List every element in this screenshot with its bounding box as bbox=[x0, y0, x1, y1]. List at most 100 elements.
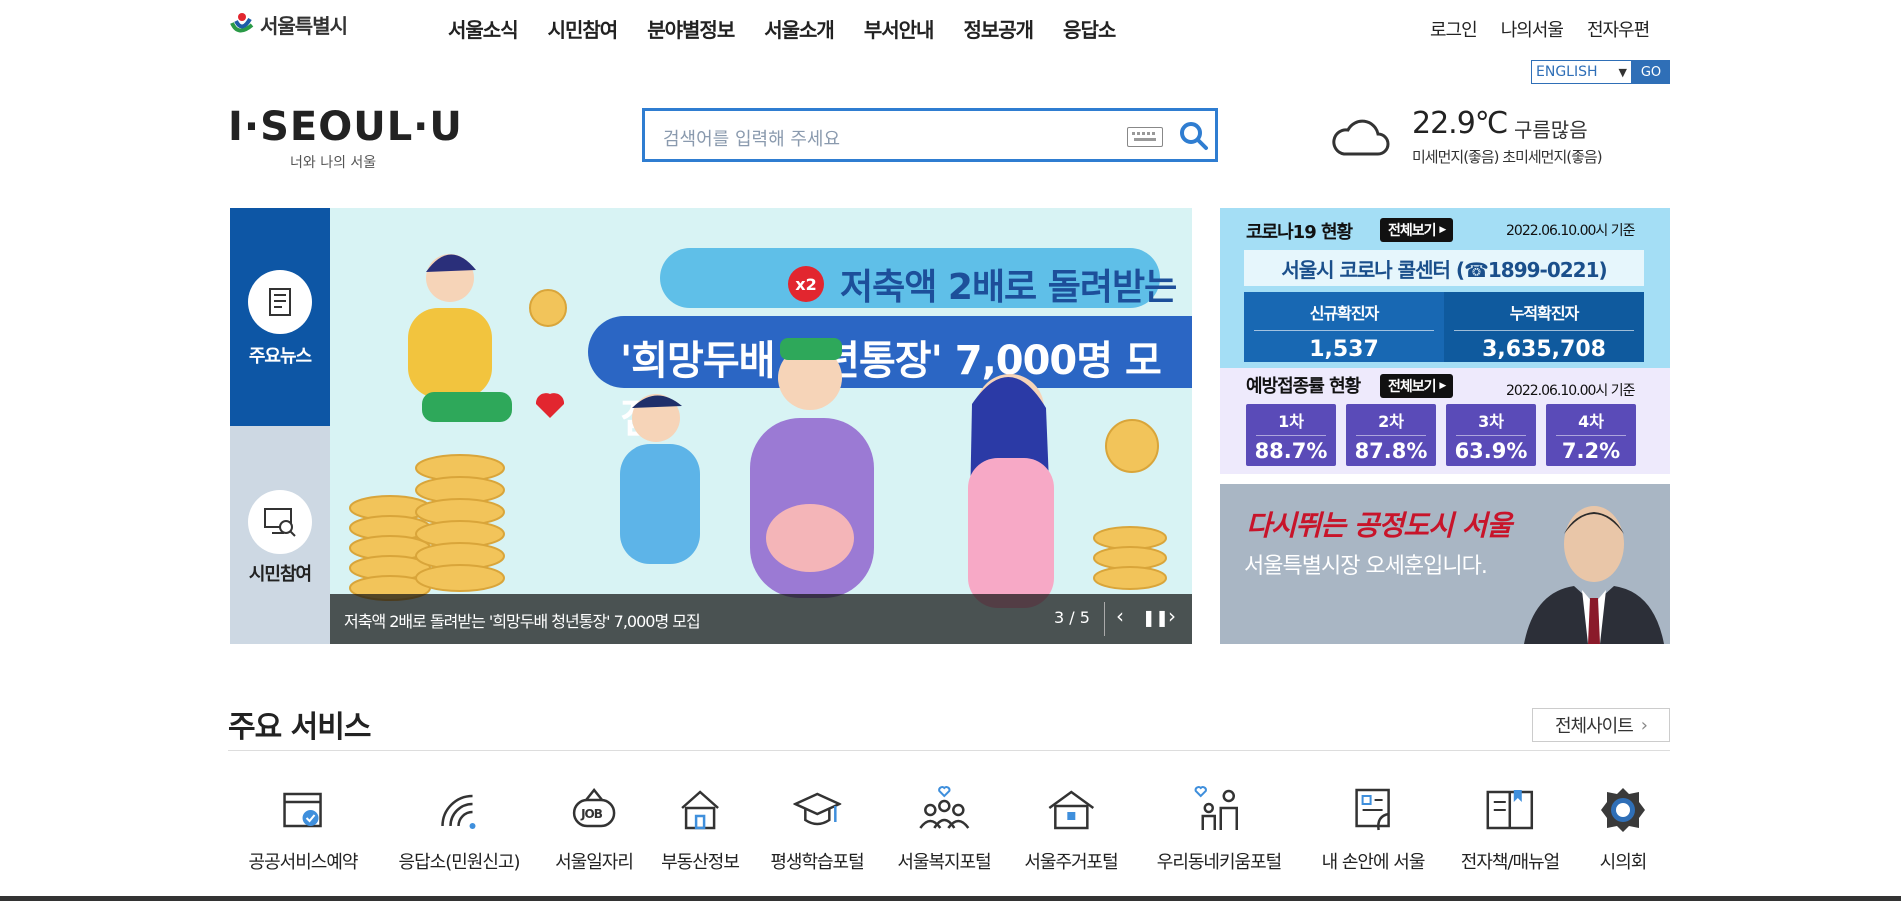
service-seoul-in-hand[interactable]: 내 손안에 서울 bbox=[1322, 786, 1425, 874]
seoul-logo[interactable]: 서울특별시 bbox=[228, 10, 348, 39]
dose-value: 87.8% bbox=[1354, 439, 1428, 463]
service-label: 평생학습포털 bbox=[770, 852, 864, 873]
tab-citizen-participation[interactable]: 시민참여 bbox=[230, 426, 330, 644]
search-box: 검색어를 입력해 주세요 bbox=[642, 108, 1218, 162]
dose-2-tile: 2차 87.8% bbox=[1346, 404, 1436, 466]
gnb-item-about[interactable]: 서울소개 bbox=[764, 14, 835, 43]
banner-caption-bar: 저축액 2배로 돌려받는 '희망두배 청년통장' 7,000명 모집 3 / 5… bbox=[330, 594, 1192, 644]
council-emblem-icon bbox=[1601, 788, 1645, 832]
gnb-item-field-info[interactable]: 분야별정보 bbox=[647, 14, 735, 43]
dose-value: 7.2% bbox=[1561, 439, 1621, 463]
pause-icon[interactable]: ❚❚ bbox=[1142, 608, 1169, 627]
service-public-reservation[interactable]: 공공서비스예약 bbox=[249, 786, 358, 874]
monitor-search-icon bbox=[248, 490, 312, 554]
gnb-item-departments[interactable]: 부서안내 bbox=[864, 14, 935, 43]
language-go-button[interactable]: GO bbox=[1632, 60, 1670, 84]
corona-more-button[interactable]: 전체보기 ▶ bbox=[1380, 218, 1454, 242]
service-label: 응답소(민원신고) bbox=[398, 852, 521, 873]
new-cases-label: 신규확진자 bbox=[1309, 304, 1380, 323]
brand-text: I·SEOUL·U bbox=[228, 104, 463, 150]
service-real-estate[interactable]: 부동산정보 bbox=[661, 786, 740, 874]
service-city-council[interactable]: 시의회 bbox=[1599, 786, 1647, 874]
vaccination-more-label: 전체보기 bbox=[1388, 379, 1437, 395]
my-seoul-link[interactable]: 나의서울 bbox=[1501, 16, 1564, 42]
book-icon bbox=[1486, 790, 1534, 830]
search-icon[interactable] bbox=[1179, 121, 1209, 155]
iseoulu-logo[interactable]: I·SEOUL·U bbox=[228, 104, 463, 150]
stat-divider bbox=[1254, 330, 1434, 331]
search-input[interactable]: 검색어를 입력해 주세요 bbox=[663, 125, 840, 151]
house-icon bbox=[681, 790, 719, 830]
language-value: ENGLISH bbox=[1536, 64, 1598, 80]
banner-counter: 3 / 5 bbox=[1054, 608, 1090, 627]
dose-value: 88.7% bbox=[1254, 439, 1328, 463]
service-label: 서울일자리 bbox=[555, 852, 634, 873]
service-ebook[interactable]: 전자책/매뉴얼 bbox=[1460, 786, 1560, 874]
service-lifelong-learning[interactable]: 평생학습포털 bbox=[770, 786, 865, 874]
corona-more-label: 전체보기 bbox=[1388, 223, 1437, 239]
tablet-icon bbox=[1355, 788, 1391, 831]
gnb-item-disclosure[interactable]: 정보공개 bbox=[963, 14, 1034, 43]
corona-title: 코로나19 현황 bbox=[1246, 222, 1353, 243]
vaccination-date: 2022.06.10.00시 기준 bbox=[1506, 383, 1636, 399]
service-label: 서울주거포털 bbox=[1024, 852, 1118, 873]
total-cases-stat: 누적확진자 3,635,708 bbox=[1444, 292, 1644, 362]
total-cases-label: 누적확진자 bbox=[1509, 304, 1580, 323]
dose-value: 63.9% bbox=[1454, 439, 1528, 463]
gnb-item-news[interactable]: 서울소식 bbox=[448, 14, 519, 43]
dose-divider bbox=[1556, 435, 1626, 436]
services-title: 주요 서비스 bbox=[228, 710, 371, 745]
utility-menu: 로그인 나의서울 전자우편 bbox=[1430, 16, 1650, 42]
service-label: 부동산정보 bbox=[661, 852, 740, 873]
service-label: 공공서비스예약 bbox=[248, 852, 359, 873]
vaccination-panel: 예방접종률 현황 전체보기 ▶ 2022.06.10.00시 기준 1차 88.… bbox=[1220, 368, 1670, 474]
total-cases-value: 3,635,708 bbox=[1482, 337, 1606, 362]
service-label: 시의회 bbox=[1599, 852, 1648, 873]
tab-main-news[interactable]: 주요뉴스 bbox=[230, 208, 330, 426]
gnb-item-participation[interactable]: 시민참여 bbox=[548, 14, 619, 43]
job-sign-icon: JOB bbox=[572, 787, 616, 828]
service-welfare[interactable]: 서울복지포털 bbox=[897, 786, 992, 874]
dose-label: 4차 bbox=[1578, 412, 1604, 431]
language-select[interactable]: ENGLISH ▼ bbox=[1531, 60, 1632, 84]
prev-icon[interactable]: ‹ bbox=[1116, 604, 1124, 628]
dose-1-tile: 1차 88.7% bbox=[1246, 404, 1336, 466]
graduation-cap-icon bbox=[792, 792, 841, 826]
dose-label: 3차 bbox=[1478, 412, 1504, 431]
service-kium-portal[interactable]: 우리동네키움포털 bbox=[1157, 786, 1282, 874]
service-seoul-jobs[interactable]: JOB 서울일자리 bbox=[555, 786, 634, 874]
service-eungdapso[interactable]: 응답소(민원신고) bbox=[399, 786, 520, 874]
svg-text:JOB: JOB bbox=[580, 807, 603, 821]
mayor-portrait bbox=[1524, 506, 1664, 644]
service-label: 내 손안에 서울 bbox=[1321, 852, 1426, 873]
all-sites-button[interactable]: 전체사이트 › bbox=[1532, 708, 1670, 742]
service-housing[interactable]: 서울주거포털 bbox=[1024, 786, 1119, 874]
vaccination-title: 예방접종률 현황 bbox=[1246, 376, 1361, 397]
cloud-icon bbox=[1330, 114, 1390, 162]
vaccination-more-button[interactable]: 전체보기 ▶ bbox=[1380, 374, 1454, 398]
tab-participation-label: 시민참여 bbox=[248, 564, 312, 585]
service-label: 전자책/매뉴얼 bbox=[1460, 852, 1560, 873]
corona-callcenter[interactable]: 서울시 코로나 콜센터 (☎1899-0221) bbox=[1244, 250, 1644, 286]
family-heart-icon bbox=[918, 786, 970, 829]
gnb-item-eungdapso[interactable]: 응답소 bbox=[1063, 14, 1116, 43]
main-banner[interactable]: x2 저축액 2배로 돌려받는 '희망두배 청년통장' 7,000명 모집 저축… bbox=[330, 208, 1192, 644]
new-cases-stat: 신규확진자 1,537 bbox=[1244, 292, 1444, 362]
stat-divider bbox=[1454, 330, 1634, 331]
all-sites-label: 전체사이트 bbox=[1554, 716, 1634, 737]
email-link[interactable]: 전자우편 bbox=[1587, 16, 1650, 42]
dose-label: 2차 bbox=[1378, 412, 1404, 431]
next-icon[interactable]: › bbox=[1168, 604, 1176, 628]
dose-4-tile: 4차 7.2% bbox=[1546, 404, 1636, 466]
bottom-edge bbox=[0, 896, 1901, 901]
dose-label: 1차 bbox=[1278, 412, 1304, 431]
parent-child-icon bbox=[1194, 786, 1239, 830]
banner-caption: 저축액 2배로 돌려받는 '희망두배 청년통장' 7,000명 모집 bbox=[344, 612, 701, 631]
signal-icon bbox=[441, 794, 476, 829]
temperature: 22.9℃ bbox=[1412, 106, 1508, 141]
banner-illustration bbox=[349, 254, 1167, 608]
keyboard-icon[interactable] bbox=[1127, 127, 1163, 147]
banner-separator bbox=[1104, 602, 1105, 636]
login-link[interactable]: 로그인 bbox=[1430, 16, 1478, 42]
mayor-banner[interactable]: 다시뛰는 공정도시 서울 서울특별시장 오세훈입니다. bbox=[1220, 484, 1670, 644]
